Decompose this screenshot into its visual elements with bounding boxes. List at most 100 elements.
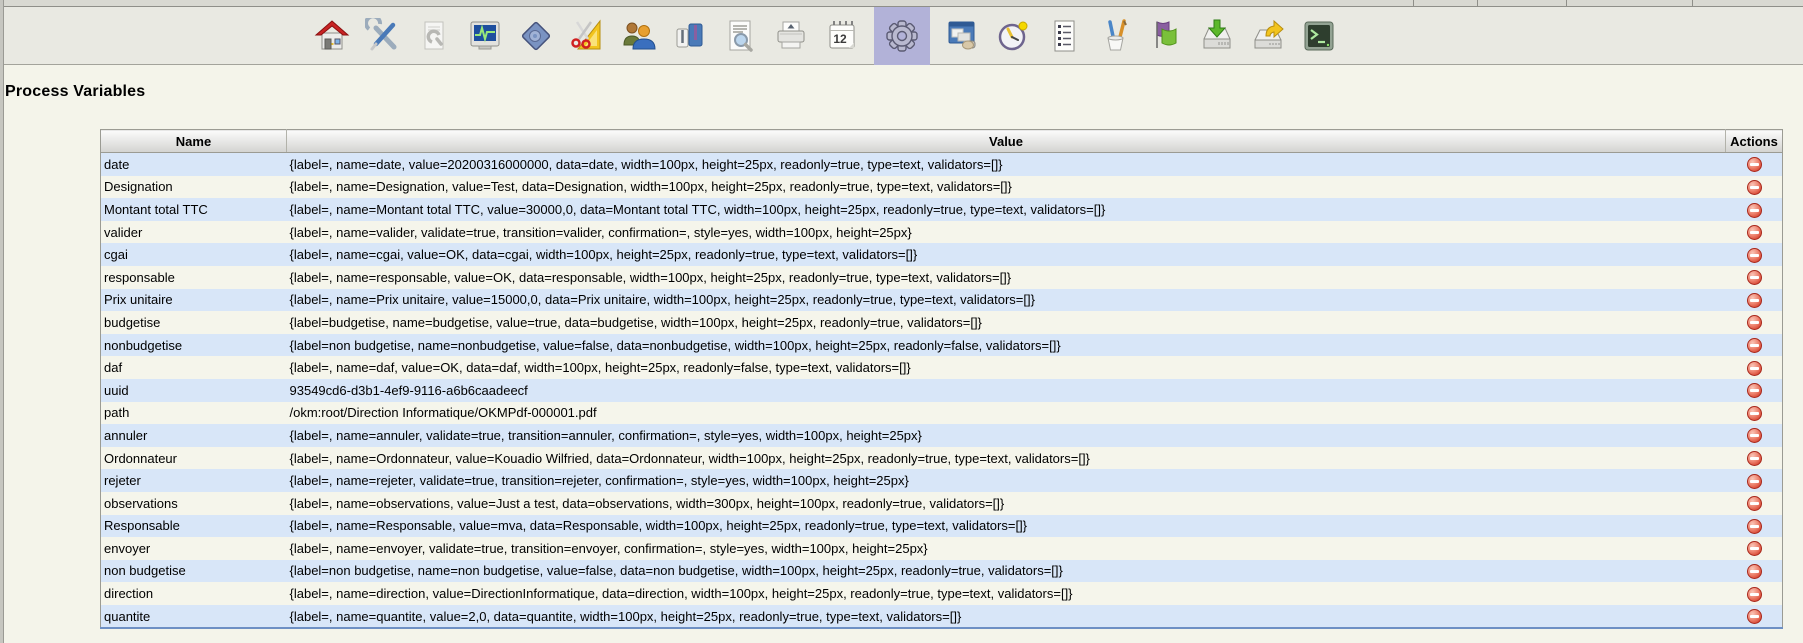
delete-variable-button[interactable] xyxy=(1746,609,1762,625)
variable-name: path xyxy=(104,405,130,421)
minus-icon xyxy=(1749,253,1759,257)
toolbar-scheduled-tasks-button[interactable] xyxy=(994,7,1032,65)
delete-variable-button[interactable] xyxy=(1746,451,1762,467)
toolbar-language-button[interactable] xyxy=(1147,7,1185,65)
toolbar-repository-import-button[interactable] xyxy=(1198,7,1236,65)
row-actions xyxy=(1726,311,1783,334)
tools-icon xyxy=(365,17,397,50)
minus-icon xyxy=(1749,457,1759,461)
row-actions xyxy=(1726,447,1783,470)
variable-value: /okm:root/Direction Informatique/OKMPdf-… xyxy=(289,405,597,421)
table-row: Prix unitaire {label=, name=Prix unitaire… xyxy=(100,288,1783,312)
delete-variable-button[interactable] xyxy=(1746,315,1762,331)
minus-icon xyxy=(1749,321,1759,325)
toolbar-reports-button[interactable] xyxy=(772,7,810,65)
delete-variable-button[interactable] xyxy=(1746,292,1762,308)
variable-name: quantite xyxy=(104,608,151,624)
row-actions xyxy=(1726,605,1783,629)
delete-variable-button[interactable] xyxy=(1746,473,1762,489)
checklist-icon xyxy=(1054,20,1075,51)
toolbar-mime-types-button[interactable] xyxy=(415,7,453,65)
scissors-ruler-icon xyxy=(571,19,601,49)
delete-variable-button[interactable] xyxy=(1746,405,1762,421)
delete-variable-button[interactable] xyxy=(1746,157,1762,173)
tab-separator xyxy=(1413,0,1414,6)
delete-variable-button[interactable] xyxy=(1746,179,1762,195)
table-row: date {label=, name=date, value=2020031600… xyxy=(100,152,1783,176)
toolbar-profiles-button[interactable] xyxy=(670,7,708,65)
minus-icon xyxy=(1749,231,1759,235)
toolbar-scripting-button[interactable] xyxy=(1096,7,1134,65)
toolbar-css-button[interactable] xyxy=(568,7,606,65)
row-actions xyxy=(1726,515,1783,538)
table-header: Name Value Actions xyxy=(100,129,1783,153)
row-actions xyxy=(1726,582,1783,605)
window-left-edge xyxy=(0,0,4,643)
calendar-icon: 12 xyxy=(829,20,855,48)
minus-icon xyxy=(1749,570,1759,574)
delete-variable-button[interactable] xyxy=(1746,428,1762,444)
delete-variable-button[interactable] xyxy=(1746,247,1762,263)
delete-variable-button[interactable] xyxy=(1746,586,1762,602)
delete-variable-button[interactable] xyxy=(1746,225,1762,241)
toolbar-stats-button[interactable] xyxy=(466,7,504,65)
toolbar-check-documents-button[interactable] xyxy=(721,7,759,65)
profiles-clothes-icon xyxy=(676,23,703,47)
minus-icon xyxy=(1749,276,1759,280)
window-install-icon xyxy=(948,21,976,49)
variable-value: {label=non budgetise, name=nonbudgetise,… xyxy=(289,337,1061,353)
toolbar-users-button[interactable] xyxy=(619,7,657,65)
variable-name: Prix unitaire xyxy=(104,292,173,308)
page-title: Process Variables xyxy=(5,83,146,100)
delete-variable-button[interactable] xyxy=(1746,202,1762,218)
toolbar-repository-export-button[interactable] xyxy=(1249,7,1287,65)
delete-variable-button[interactable] xyxy=(1746,338,1762,354)
delete-variable-button[interactable] xyxy=(1746,496,1762,512)
variable-name: nonbudgetise xyxy=(104,337,183,353)
delete-variable-button[interactable] xyxy=(1746,383,1762,399)
minus-icon xyxy=(1749,298,1759,302)
table-row: uuid 93549cd6-d3b1-4ef9-9116-a6b6caadeecf xyxy=(100,378,1783,402)
variable-name: Montant total TTC xyxy=(104,201,208,217)
variable-value: {label=budgetise, name=budgetise, value=… xyxy=(289,314,982,330)
minus-icon xyxy=(1749,389,1759,393)
variable-name: budgetise xyxy=(104,314,161,330)
toolbar-configuration-button[interactable] xyxy=(364,7,402,65)
minus-icon xyxy=(1749,366,1759,370)
row-actions xyxy=(1726,356,1783,379)
variable-name: rejeter xyxy=(104,473,141,489)
minus-icon xyxy=(1749,524,1759,528)
admin-toolbar: 12 xyxy=(0,6,1803,65)
row-actions xyxy=(1726,469,1783,492)
delete-variable-button[interactable] xyxy=(1746,360,1762,376)
variable-value: {label=non budgetise, name=non budgetise… xyxy=(289,563,1063,579)
row-actions xyxy=(1726,334,1783,357)
variable-name: date xyxy=(104,156,130,172)
toolbar-console-button[interactable] xyxy=(1300,7,1338,65)
table-row: non budgetise {label=non budgetise, name=… xyxy=(100,559,1783,583)
row-actions xyxy=(1726,289,1783,312)
table-row: quantite {label=, name=quantite, value=2,… xyxy=(100,604,1783,629)
clock-icon xyxy=(998,21,1028,50)
table-row: envoyer {label=, name=envoyer, validate=t… xyxy=(100,537,1783,560)
delete-variable-button[interactable] xyxy=(1746,564,1762,580)
toolbar-plugins-button[interactable] xyxy=(943,7,981,65)
toolbar-activity-log-button[interactable] xyxy=(1045,7,1083,65)
delete-variable-button[interactable] xyxy=(1746,518,1762,534)
toolbar-home-button[interactable] xyxy=(313,7,351,65)
toolbar-automation-button[interactable] xyxy=(517,7,555,65)
delete-variable-button[interactable] xyxy=(1746,270,1762,286)
delete-variable-button[interactable] xyxy=(1746,541,1762,557)
table-row: path/okm:root/Direction Informatique/OKM… xyxy=(100,401,1783,425)
row-actions xyxy=(1726,153,1783,176)
table-row: daf {label=, name=daf, value=OK, data=daf… xyxy=(100,356,1783,379)
row-actions xyxy=(1726,424,1783,447)
document-wrench-icon xyxy=(424,21,444,49)
diamond-gear-icon xyxy=(521,21,551,50)
toolbar-crontab-button[interactable]: 12 xyxy=(823,7,861,65)
toolbar-workflow-button-selected[interactable] xyxy=(874,6,930,65)
variable-name: responsable xyxy=(104,269,175,285)
variable-value: 93549cd6-d3b1-4ef9-9116-a6b6caadeecf xyxy=(289,382,528,398)
variable-name: observations xyxy=(104,495,178,511)
drive-export-icon xyxy=(1254,19,1284,48)
